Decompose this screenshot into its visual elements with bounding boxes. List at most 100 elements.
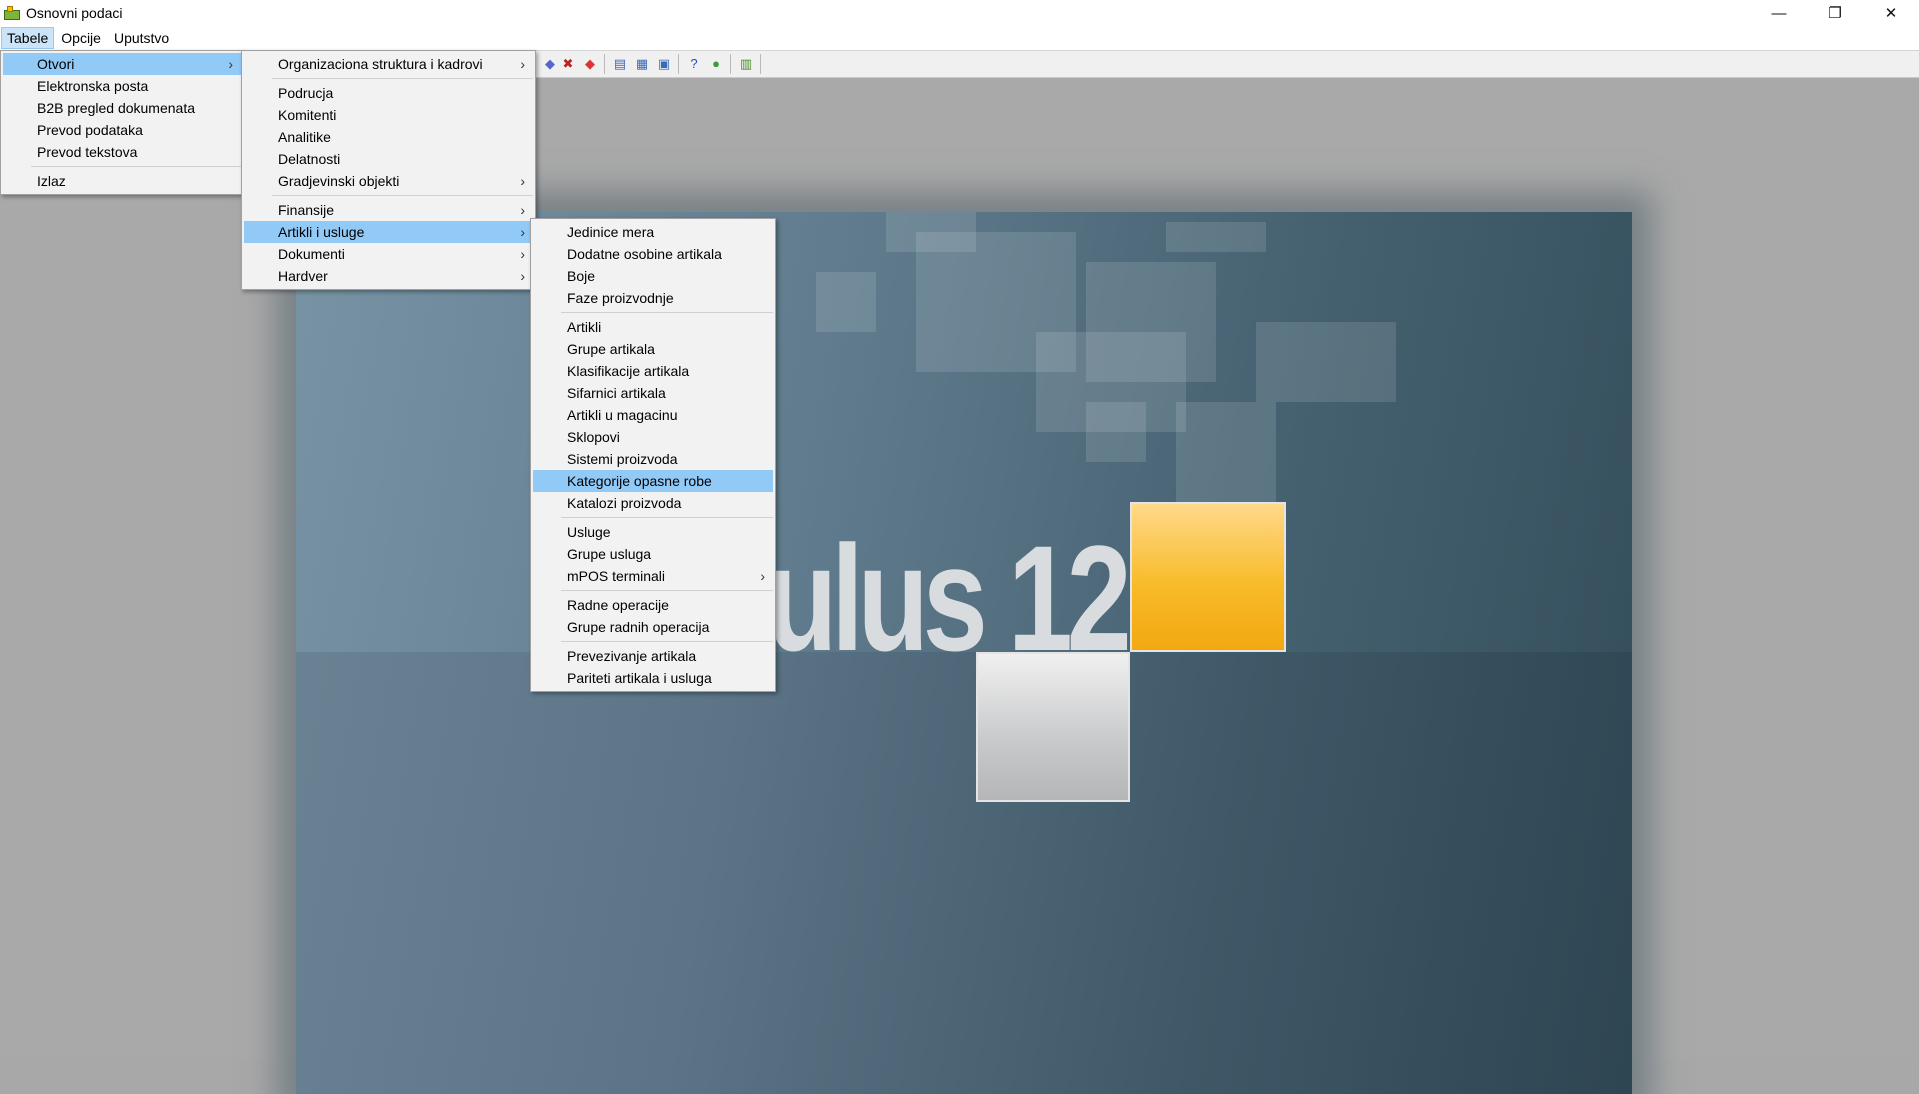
menu-item-label: Katalozi proizvoda [567,495,682,511]
artikli-submenu: Jedinice mera Dodatne osobine artikala Boj… [530,218,776,692]
menu-item-label: Gradjevinski objekti [278,173,400,189]
menu-item-label: Radne operacije [567,597,669,613]
chevron-right-icon: › [228,56,233,72]
menu-item-delatnosti[interactable]: Delatnosti [244,148,533,170]
report-icon[interactable]: ▦ [634,56,650,72]
menu-item-label: Sklopovi [567,429,620,445]
menu-item-analitike[interactable]: Analitike [244,126,533,148]
menu-item-hardver[interactable]: Hardver › [244,265,533,287]
menu-item-grupe-artikala[interactable]: Grupe artikala [533,338,773,360]
menu-item-label: Sistemi proizvoda [567,451,678,467]
menu-item-faze-proizvodnje[interactable]: Faze proizvodnje [533,287,773,309]
menu-item-label: Podrucja [278,85,334,101]
menu-item-label: Grupe usluga [567,546,652,562]
menu-item-label: Finansije [278,202,335,218]
chevron-right-icon: › [520,246,525,262]
menu-item-dokumenti[interactable]: Dokumenti › [244,243,533,265]
chevron-right-icon: › [760,568,765,584]
menu-item-label: Delatnosti [278,151,341,167]
menu-item-label: Sifarnici artikala [567,385,666,401]
menu-item-grupe-radnih-operacija[interactable]: Grupe radnih operacija [533,616,773,638]
menu-item-usluge[interactable]: Usluge [533,521,773,543]
chevron-right-icon: › [520,202,525,218]
help-icon[interactable]: ? [686,56,702,72]
document-icon[interactable]: ▤ [612,56,628,72]
menu-item-artikli[interactable]: Artikli [533,316,773,338]
chevron-right-icon: › [520,56,525,72]
menu-item-sifarnici-artikala[interactable]: Sifarnici artikala [533,382,773,404]
menu-item-label: Artikli u magacinu [567,407,678,423]
menu-item-pariteti-artikala-i-usluga[interactable]: Pariteti artikala i usluga [533,667,773,689]
minimize-button[interactable]: — [1751,0,1807,26]
title-bar: Osnovni podaci — ❐ ✕ [0,0,1919,26]
menu-item-sistemi-proizvoda[interactable]: Sistemi proizvoda [533,448,773,470]
menu-item-dodatne-osobine-artikala[interactable]: Dodatne osobine artikala [533,243,773,265]
menu-item-label: Dodatne osobine artikala [567,246,722,262]
menu-item-jedinice-mera[interactable]: Jedinice mera [533,221,773,243]
menu-item-label: Klasifikacije artikala [567,363,690,379]
menu-tabele[interactable]: Tabele [1,27,55,49]
menu-item-label: Analitike [278,129,331,145]
chevron-right-icon: › [520,173,525,189]
splash-image: ulus 12 [296,212,1632,1094]
tag-icon[interactable]: ◆ [542,56,558,72]
menu-item-label: Izlaz [37,173,66,189]
exit-icon[interactable]: ▥ [738,56,754,72]
menu-item-artikli-i-usluge[interactable]: Artikli i usluge › [244,221,533,243]
menu-item-mpos-terminali[interactable]: mPOS terminali › [533,565,773,587]
logo-orange-square [1130,502,1286,652]
menu-item-label: Prevod tekstova [37,144,138,160]
menu-item-b2b-pregled-dokumenata[interactable]: B2B pregled dokumenata [3,97,241,119]
image-icon[interactable]: ▣ [656,56,672,72]
chevron-right-icon: › [520,268,525,284]
menu-opcije[interactable]: Opcije [55,27,107,49]
menu-item-label: Artikli i usluge [278,224,365,240]
menu-separator [561,590,773,591]
menu-item-label: Artikli [567,319,602,335]
menu-item-label: Prevezivanje artikala [567,648,697,664]
menu-item-grupe-usluga[interactable]: Grupe usluga [533,543,773,565]
tools-icon[interactable]: ✖ [560,56,576,72]
menu-item-label: Komitenti [278,107,337,123]
menu-uputstvo[interactable]: Uputstvo [108,27,175,49]
menu-item-label: Otvori [37,56,75,72]
menu-item-label: Organizaciona struktura i kadrovi [278,56,483,72]
logo-grey-square [976,652,1130,802]
close-button[interactable]: ✕ [1863,0,1919,26]
menu-separator [561,641,773,642]
menu-item-label: Jedinice mera [567,224,655,240]
menu-item-gradjevinski-objekti[interactable]: Gradjevinski objekti › [244,170,533,192]
menu-item-artikli-u-magacinu[interactable]: Artikli u magacinu [533,404,773,426]
menu-item-label: Hardver [278,268,328,284]
menu-item-katalozi-proizvoda[interactable]: Katalozi proizvoda [533,492,773,514]
menu-item-label: Prevod podataka [37,122,143,138]
menu-item-podrucja[interactable]: Podrucja [244,82,533,104]
menu-item-prevod-tekstova[interactable]: Prevod tekstova [3,141,241,163]
menu-item-izlaz[interactable]: Izlaz [3,170,241,192]
menu-item-klasifikacije-artikala[interactable]: Klasifikacije artikala [533,360,773,382]
globe-icon[interactable]: ● [708,56,724,72]
restore-button[interactable]: ❐ [1807,0,1863,26]
menu-item-prevezivanje-artikala[interactable]: Prevezivanje artikala [533,645,773,667]
menu-item-label: Grupe artikala [567,341,655,357]
menu-item-otvori[interactable]: Otvori › [3,53,241,75]
window-controls: — ❐ ✕ [1751,0,1919,26]
menu-item-label: Faze proizvodnje [567,290,674,306]
label-icon[interactable]: ◆ [582,56,598,72]
menu-item-boje[interactable]: Boje [533,265,773,287]
menu-item-label: Elektronska posta [37,78,149,94]
menu-separator [272,195,533,196]
menu-item-radne-operacije[interactable]: Radne operacije [533,594,773,616]
menu-item-organizaciona-struktura-i-kadrovi[interactable]: Organizaciona struktura i kadrovi › [244,53,533,75]
menu-separator [561,517,773,518]
app-icon [4,6,20,20]
menu-item-sklopovi[interactable]: Sklopovi [533,426,773,448]
chevron-right-icon: › [520,224,525,240]
menu-item-kategorije-opasne-robe[interactable]: Kategorije opasne robe [533,470,773,492]
menu-item-elektronska-posta[interactable]: Elektronska posta [3,75,241,97]
menu-separator [561,312,773,313]
menu-item-finansije[interactable]: Finansije › [244,199,533,221]
menu-item-komitenti[interactable]: Komitenti [244,104,533,126]
menu-separator [31,166,241,167]
menu-item-prevod-podataka[interactable]: Prevod podataka [3,119,241,141]
